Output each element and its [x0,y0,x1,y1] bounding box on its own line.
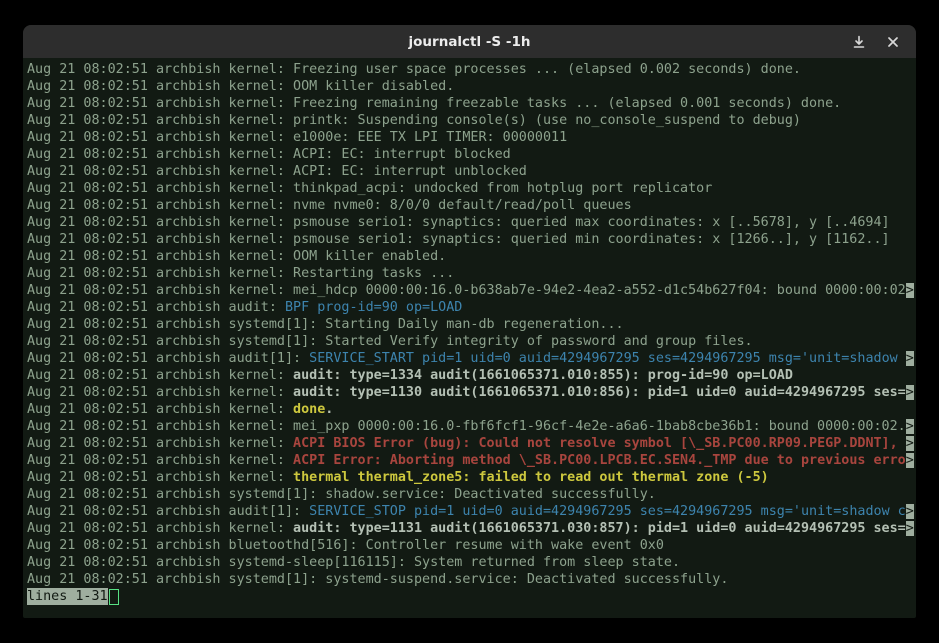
log-line: Aug 21 08:02:51 archbish kernel: Freezin… [27,95,916,112]
log-line: Aug 21 08:02:51 archbish kernel: done. [27,401,916,418]
log-segment: Aug 21 08:02:51 archbish audit: [27,300,285,315]
log-segment: done [293,402,325,417]
log-segment: Aug 21 08:02:51 archbish systemd[1]: sha… [27,487,656,502]
log-segment: SERVICE_STOP pid=1 uid=0 auid=4294967295… [309,504,906,519]
log-line: Aug 21 08:02:51 archbish kernel: mei_pxp… [27,418,916,435]
log-segment: SERVICE_START pid=1 uid=0 auid=429496729… [309,351,906,366]
truncation-marker: > [906,419,914,434]
log-segment: Aug 21 08:02:51 archbish kernel: e1000e:… [27,130,567,145]
log-segment: Aug 21 08:02:51 archbish systemd[1]: Sta… [27,334,753,349]
log-line: Aug 21 08:02:51 archbish audit[1]: SERVI… [27,503,916,520]
truncation-marker: > [906,453,914,468]
pager-status: lines 1-31 [27,588,108,605]
log-segment: Aug 21 08:02:51 archbish kernel: ACPI: E… [27,147,511,162]
log-segment: thermal thermal_zone5: failed to read ou… [293,470,769,485]
log-line: Aug 21 08:02:51 archbish kernel: Restart… [27,265,916,282]
log-line: Aug 21 08:02:51 archbish kernel: ACPI Er… [27,452,916,469]
truncation-marker: > [906,521,914,536]
terminal-cursor [109,589,119,605]
log-segment: Aug 21 08:02:51 archbish kernel: OOM kil… [27,249,446,264]
log-segment: Aug 21 08:02:51 archbish kernel: printk:… [27,113,801,128]
log-segment: . [325,402,333,417]
log-segment: audit: type=1131 audit(1661065371.030:85… [293,521,906,536]
log-segment: ACPI Error: Aborting method \_SB.PC00.LP… [293,453,906,468]
log-line: Aug 21 08:02:51 archbish kernel: mei_hdc… [27,282,916,299]
log-segment: Aug 21 08:02:51 archbish kernel: mei_pxp… [27,419,906,434]
close-button[interactable] [880,29,906,55]
log-segment: Aug 21 08:02:51 archbish kernel: nvme nv… [27,198,632,213]
truncation-marker: > [906,351,914,366]
truncation-marker: > [906,436,914,451]
log-segment: Aug 21 08:02:51 archbish kernel: [27,470,293,485]
log-line: Aug 21 08:02:51 archbish kernel: ACPI: E… [27,163,916,180]
log-segment: Aug 21 08:02:51 archbish kernel: OOM kil… [27,79,454,94]
log-line: Aug 21 08:02:51 archbish kernel: e1000e:… [27,129,916,146]
log-segment: Aug 21 08:02:51 archbish kernel: [27,368,293,383]
log-segment: BPF prog-id=90 op=LOAD [285,300,462,315]
log-line: Aug 21 08:02:51 archbish kernel: audit: … [27,520,916,537]
log-line: Aug 21 08:02:51 archbish audit[1]: SERVI… [27,350,916,367]
log-segment: Aug 21 08:02:51 archbish kernel: [27,521,293,536]
close-icon [887,36,899,48]
log-line: Aug 21 08:02:51 archbish kernel: psmouse… [27,231,916,248]
log-line: Aug 21 08:02:51 archbish kernel: audit: … [27,367,916,384]
log-line: Aug 21 08:02:51 archbish kernel: ACPI BI… [27,435,916,452]
download-button[interactable] [846,29,872,55]
log-segment: Aug 21 08:02:51 archbish kernel: [27,436,293,451]
terminal-window: journalctl -S -1h Aug 21 08:02:51 archbi… [23,25,916,618]
log-segment: Aug 21 08:02:51 archbish kernel: thinkpa… [27,181,712,196]
log-segment: Aug 21 08:02:51 archbish kernel: ACPI: E… [27,164,527,179]
log-line: Aug 21 08:02:51 archbish systemd[1]: Sta… [27,316,916,333]
log-segment: Aug 21 08:02:51 archbish kernel: [27,402,293,417]
truncation-marker: > [906,385,914,400]
log-segment: Aug 21 08:02:51 archbish kernel: Freezin… [27,96,841,111]
log-line: Aug 21 08:02:51 archbish kernel: audit: … [27,384,916,401]
window-title: journalctl -S -1h [409,34,531,50]
status-line: lines 1-31 [27,588,916,605]
log-segment: Aug 21 08:02:51 archbish audit[1]: [27,504,309,519]
log-line: Aug 21 08:02:51 archbish systemd[1]: Sta… [27,333,916,350]
terminal-screen[interactable]: Aug 21 08:02:51 archbish kernel: Freezin… [23,58,916,618]
log-line: Aug 21 08:02:51 archbish kernel: thermal… [27,469,916,486]
log-segment: ACPI BIOS Error (bug): Could not resolve… [293,436,906,451]
titlebar-controls [846,25,906,58]
log-line: Aug 21 08:02:51 archbish kernel: thinkpa… [27,180,916,197]
log-line: Aug 21 08:02:51 archbish kernel: Freezin… [27,61,916,78]
log-segment: audit: type=1130 audit(1661065371.010:85… [293,385,906,400]
log-segment: Aug 21 08:02:51 archbish kernel: psmouse… [27,232,890,247]
log-line: Aug 21 08:02:51 archbish kernel: OOM kil… [27,248,916,265]
log-segment: Aug 21 08:02:51 archbish kernel: Restart… [27,266,454,281]
log-line: Aug 21 08:02:51 archbish kernel: OOM kil… [27,78,916,95]
log-line: Aug 21 08:02:51 archbish kernel: ACPI: E… [27,146,916,163]
log-line: Aug 21 08:02:51 archbish kernel: psmouse… [27,214,916,231]
log-line: Aug 21 08:02:51 archbish bluetoothd[516]… [27,537,916,554]
log-segment: Aug 21 08:02:51 archbish kernel: psmouse… [27,215,890,230]
download-icon [852,35,866,49]
truncation-marker: > [906,283,914,298]
log-segment: Aug 21 08:02:51 archbish bluetoothd[516]… [27,538,664,553]
log-segment: Aug 21 08:02:51 archbish kernel: Freezin… [27,62,801,77]
log-segment: Aug 21 08:02:51 archbish systemd[1]: sys… [27,572,728,587]
log-segment: Aug 21 08:02:51 archbish systemd[1]: Sta… [27,317,624,332]
log-segment: Aug 21 08:02:51 archbish kernel: [27,453,293,468]
log-segment: Aug 21 08:02:51 archbish audit[1]: [27,351,309,366]
log-segment: audit: type=1334 audit(1661065371.010:85… [293,368,793,383]
title-bar[interactable]: journalctl -S -1h [23,25,916,58]
log-line: Aug 21 08:02:51 archbish kernel: nvme nv… [27,197,916,214]
log-segment: Aug 21 08:02:51 archbish kernel: [27,385,293,400]
truncation-marker: > [906,504,914,519]
log-line: Aug 21 08:02:51 archbish audit: BPF prog… [27,299,916,316]
log-line: Aug 21 08:02:51 archbish kernel: printk:… [27,112,916,129]
log-line: Aug 21 08:02:51 archbish systemd[1]: sha… [27,486,916,503]
log-line: Aug 21 08:02:51 archbish systemd-sleep[1… [27,554,916,571]
log-segment: Aug 21 08:02:51 archbish kernel: mei_hdc… [27,283,906,298]
log-segment: Aug 21 08:02:51 archbish systemd-sleep[1… [27,555,680,570]
log-line: Aug 21 08:02:51 archbish systemd[1]: sys… [27,571,916,588]
